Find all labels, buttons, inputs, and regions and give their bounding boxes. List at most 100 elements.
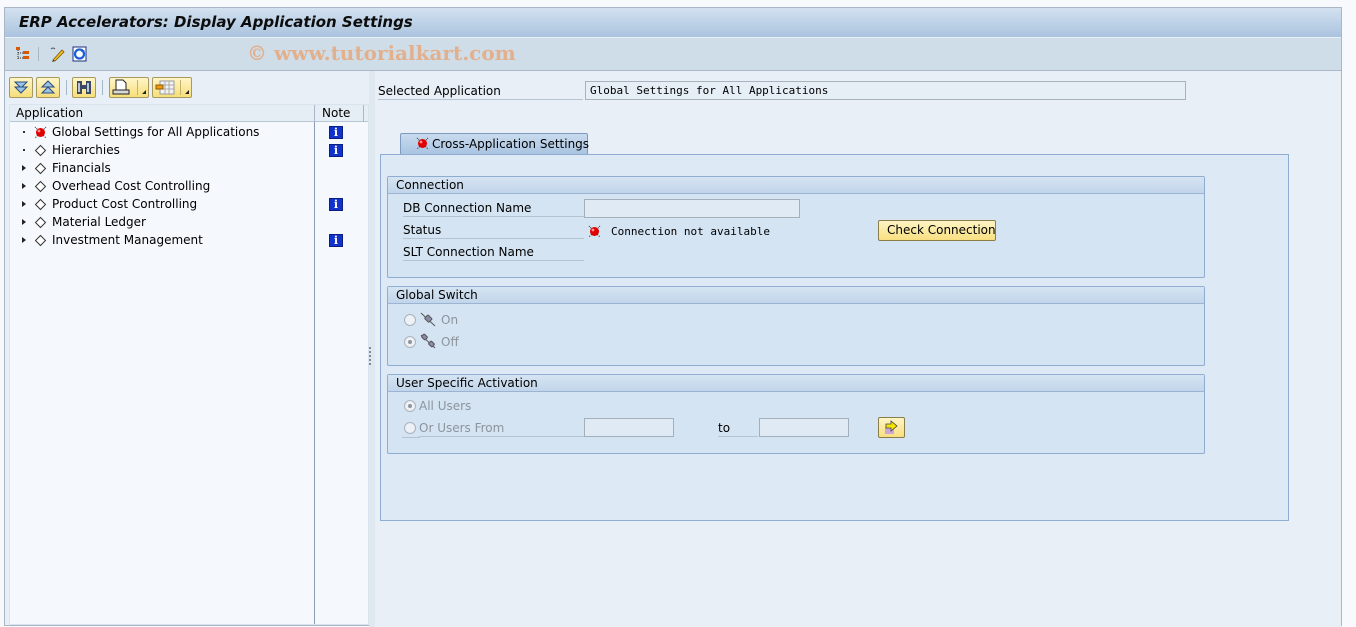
diamond-icon [34, 144, 47, 157]
refresh-icon[interactable] [71, 46, 89, 62]
diamond-icon [34, 162, 47, 175]
diamond-icon [34, 216, 47, 229]
collapse-all-button[interactable] [36, 77, 60, 98]
group-header: Global Switch [388, 287, 1204, 304]
user-activation-group-title: User Specific Activation [396, 376, 538, 390]
find-button[interactable] [72, 77, 96, 98]
tree-node-label: Investment Management [52, 233, 203, 247]
connection-group-title: Connection [396, 178, 464, 192]
connection-group: Connection DB Connection Name Status Con… [387, 176, 1205, 278]
expand-triangle-icon[interactable] [20, 199, 28, 209]
info-note-icon[interactable]: i [329, 144, 343, 157]
info-note-icon[interactable]: i [329, 198, 343, 211]
application-tree-panel: Application Note Global Settings for All… [5, 71, 369, 627]
tree-node-label: Financials [52, 161, 111, 175]
sap-window: ERP Accelerators: Display Application Se… [4, 7, 1342, 627]
toolbar-separator [66, 80, 67, 95]
info-note-icon[interactable]: i [329, 234, 343, 247]
tree-node[interactable]: Financials [10, 160, 310, 178]
application-tree: Application Note Global Settings for All… [9, 104, 369, 625]
application-settings-panel: Selected Application Global Settings for… [375, 71, 1341, 627]
layout-grid-icon [155, 80, 175, 95]
global-switch-off-radio[interactable] [404, 336, 416, 348]
layout-button[interactable] [152, 77, 192, 98]
expand-triangle-icon[interactable] [20, 235, 28, 245]
users-from-input[interactable] [584, 418, 674, 437]
group-header: User Specific Activation [388, 375, 1204, 392]
group-header: Connection [388, 177, 1204, 194]
expand-triangle-icon[interactable] [20, 217, 28, 227]
all-users-radio[interactable] [404, 400, 416, 412]
red-light-icon [34, 126, 47, 139]
tree-node[interactable]: Hierarchies [10, 142, 310, 160]
diamond-icon [34, 198, 47, 211]
diamond-icon [34, 180, 47, 193]
tree-node-label: Material Ledger [52, 215, 146, 229]
users-to-input[interactable] [759, 418, 849, 437]
tree-node[interactable]: Material Ledger [10, 214, 310, 232]
leaf-bullet-icon [23, 149, 25, 151]
find-binoculars-icon [77, 81, 91, 94]
diamond-icon [34, 234, 47, 247]
global-switch-group-title: Global Switch [396, 288, 478, 302]
column-divider [363, 105, 364, 122]
arrow-right-icon [885, 420, 898, 434]
or-users-from-radio[interactable] [404, 422, 416, 434]
tab-cross-application-settings[interactable]: Cross-Application Settings [400, 133, 590, 154]
expand-all-icon [13, 81, 29, 94]
collapse-all-icon [40, 80, 56, 94]
print-button[interactable] [109, 77, 149, 98]
user-activation-group: User Specific Activation All Users Or Us… [387, 374, 1205, 454]
multiple-selection-button[interactable] [878, 417, 905, 438]
selected-application-field: Global Settings for All Applications [585, 81, 1186, 100]
column-divider [314, 122, 315, 624]
selected-application-label: Selected Application [378, 84, 583, 100]
connection-status-text: Connection not available [611, 225, 770, 238]
tree-node-label: Product Cost Controlling [52, 197, 198, 211]
db-connection-label: DB Connection Name [403, 201, 584, 217]
column-divider [314, 105, 315, 122]
db-connection-input[interactable] [584, 199, 800, 218]
info-note-icon[interactable]: i [329, 126, 343, 139]
tree-node[interactable]: Investment Management [10, 232, 310, 250]
global-switch-off-label: Off [441, 335, 459, 349]
hierarchy-icon[interactable] [15, 46, 33, 62]
tree-node-label: Hierarchies [52, 143, 120, 157]
watermark: © www.tutorialkart.com [247, 41, 516, 65]
column-header-application[interactable]: Application [16, 106, 83, 120]
or-users-from-label: Or Users From [419, 421, 584, 437]
status-label: Status [403, 223, 584, 239]
tab-label: Cross-Application Settings [432, 137, 590, 151]
title-bar: ERP Accelerators: Display Application Se… [5, 8, 1341, 38]
dropdown-arrow-icon [142, 90, 146, 94]
red-light-icon [416, 137, 429, 150]
global-switch-on-label: On [441, 313, 459, 327]
dropdown-arrow-icon [185, 90, 189, 94]
tab-content: Connection DB Connection Name Status Con… [380, 154, 1289, 521]
column-header-note[interactable]: Note [322, 106, 350, 120]
global-switch-group: Global Switch On Off [387, 286, 1205, 366]
check-connection-button[interactable]: Check Connection [878, 220, 996, 241]
slt-connection-label: SLT Connection Name [403, 245, 584, 261]
to-label: to [718, 421, 758, 437]
expand-triangle-icon[interactable] [20, 181, 28, 191]
leaf-bullet-icon [23, 131, 25, 133]
all-users-label: All Users [419, 399, 472, 413]
tree-node-label: Overhead Cost Controlling [52, 179, 211, 193]
expand-all-button[interactable] [9, 77, 33, 98]
tree-node[interactable]: Global Settings for All Applications [10, 124, 310, 142]
tree-node[interactable]: Product Cost Controlling [10, 196, 310, 214]
toolbar-separator [102, 80, 103, 95]
underline [402, 437, 420, 438]
plug-disconnected-icon [420, 333, 436, 349]
splitter-grip-icon[interactable] [369, 347, 371, 365]
print-icon [112, 79, 130, 95]
expand-triangle-icon[interactable] [20, 163, 28, 173]
tree-node[interactable]: Overhead Cost Controlling [10, 178, 310, 196]
plug-connected-icon [420, 312, 436, 327]
tree-header: Application Note [10, 105, 368, 122]
global-switch-on-radio[interactable] [404, 314, 416, 326]
edit-pencil-icon[interactable] [49, 46, 67, 62]
red-light-icon [588, 225, 601, 238]
toolbar-separator [38, 47, 39, 61]
